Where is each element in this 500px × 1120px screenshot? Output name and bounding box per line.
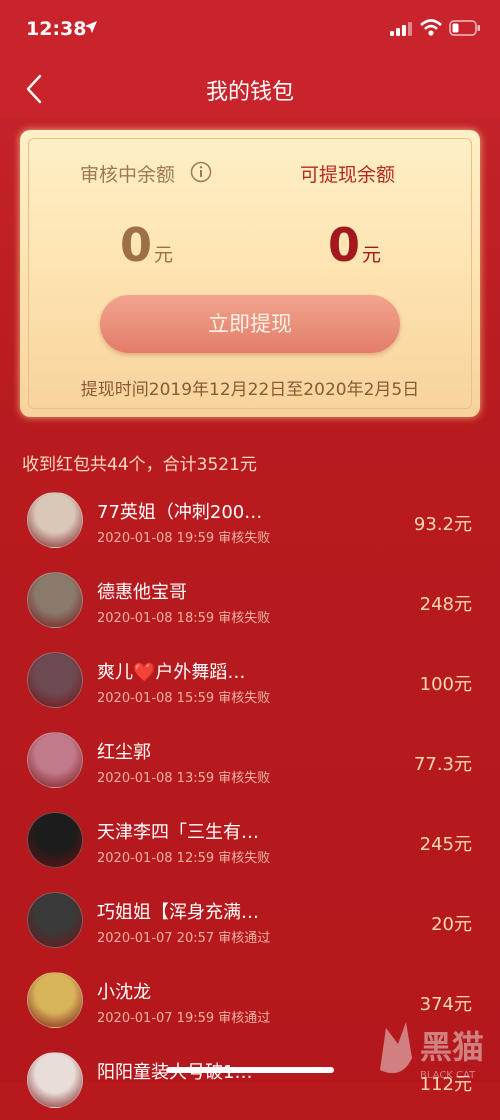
record-meta: 2020-01-08 15:59 审核失败 [97,687,270,706]
record-status: 审核失败 [218,851,271,866]
wifi-icon [420,19,442,36]
withdraw-period: 提现时间2019年12月22日至2020年2月5日 [80,380,420,400]
sender-name: 爽儿❤️户外舞蹈… [97,662,246,683]
record-amount: 20元 [431,914,472,935]
home-indicator [166,1067,334,1073]
record-status: 审核通过 [218,1011,271,1026]
record-time: 2020-01-07 20:57 [97,931,215,946]
list-item[interactable]: 德惠他宝哥 2020-01-08 18:59 审核失败 248元 [0,560,500,640]
avatar [27,732,83,788]
location-arrow-icon [85,21,97,33]
record-amount: 245元 [419,834,472,855]
review-amount: 0元 [120,218,173,272]
review-amount-unit: 元 [154,244,174,266]
avatar [27,892,83,948]
withdrawable-amount: 0元 [328,218,381,272]
list-item[interactable]: 77英姐（冲刺200… 2020-01-08 19:59 审核失败 93.2元 [0,480,500,560]
nav-bar: 我的钱包 [0,60,500,118]
wallet-card: 审核中余额 可提现余额 0元 0元 立即提现 提现时间2019年12月22日至2… [20,130,480,417]
avatar [27,972,83,1028]
list-item[interactable]: 巧姐姐【浑身充满… 2020-01-07 20:57 审核通过 20元 [0,880,500,960]
record-status: 审核通过 [218,931,271,946]
record-amount: 248元 [419,594,472,615]
record-time: 2020-01-08 19:59 [97,531,215,546]
withdrawable-amount-value: 0 [328,218,361,272]
sender-name: 小沈龙 [97,982,151,1003]
avatar [27,652,83,708]
avatar [27,812,83,868]
record-time: 2020-01-07 19:59 [97,1011,215,1026]
watermark-text: 黑猫 [420,1028,484,1066]
review-amount-value: 0 [120,218,153,272]
record-meta: 2020-01-08 12:59 审核失败 [97,847,270,866]
status-bar: 12:38 [0,0,500,60]
cellular-signal-icon [390,22,412,36]
record-meta: 2020-01-07 20:57 审核通过 [97,927,270,946]
avatar [27,1052,83,1108]
record-status: 审核失败 [218,771,271,786]
battery-icon [449,20,480,36]
black-cat-watermark-logo: 黑猫 BLACK CAT [380,1022,484,1081]
withdrawable-amount-unit: 元 [362,244,382,266]
list-item[interactable]: 天津李四「三生有… 2020-01-08 12:59 审核失败 245元 [0,800,500,880]
record-time: 2020-01-08 12:59 [97,851,215,866]
record-time: 2020-01-08 15:59 [97,691,215,706]
avatar [27,492,83,548]
record-status: 审核失败 [218,611,271,626]
record-meta: 2020-01-08 18:59 审核失败 [97,607,270,626]
red-packet-summary: 收到红包共44个，合计3521元 [22,455,257,475]
sender-name: 红尘郭 [97,742,151,763]
record-meta: 2020-01-08 19:59 审核失败 [97,527,270,546]
review-balance-label: 审核中余额 [80,164,176,186]
record-time: 2020-01-08 18:59 [97,611,215,626]
page-title: 我的钱包 [205,80,294,105]
sender-name: 天津李四「三生有… [97,822,259,843]
record-status: 审核失败 [218,691,271,706]
withdrawable-balance-label: 可提现余额 [300,164,396,186]
watermark-subtext: BLACK CAT [420,1070,476,1081]
info-icon[interactable] [190,161,212,183]
sender-name: 巧姐姐【浑身充满… [97,902,259,923]
record-meta: 2020-01-07 19:59 审核通过 [97,1007,270,1026]
record-meta: 2020-01-08 13:59 审核失败 [97,767,270,786]
record-status: 审核失败 [218,531,271,546]
status-time: 12:38 [26,18,87,40]
withdraw-button[interactable]: 立即提现 [100,295,400,353]
list-item[interactable]: 红尘郭 2020-01-08 13:59 审核失败 77.3元 [0,720,500,800]
record-amount: 77.3元 [413,754,472,775]
record-amount: 93.2元 [413,514,472,535]
sender-name: 77英姐（冲刺200… [97,502,263,523]
avatar [27,572,83,628]
record-amount: 100元 [419,674,472,695]
record-time: 2020-01-08 13:59 [97,771,215,786]
sender-name: 德惠他宝哥 [97,582,187,603]
list-item[interactable]: 爽儿❤️户外舞蹈… 2020-01-08 15:59 审核失败 100元 [0,640,500,720]
